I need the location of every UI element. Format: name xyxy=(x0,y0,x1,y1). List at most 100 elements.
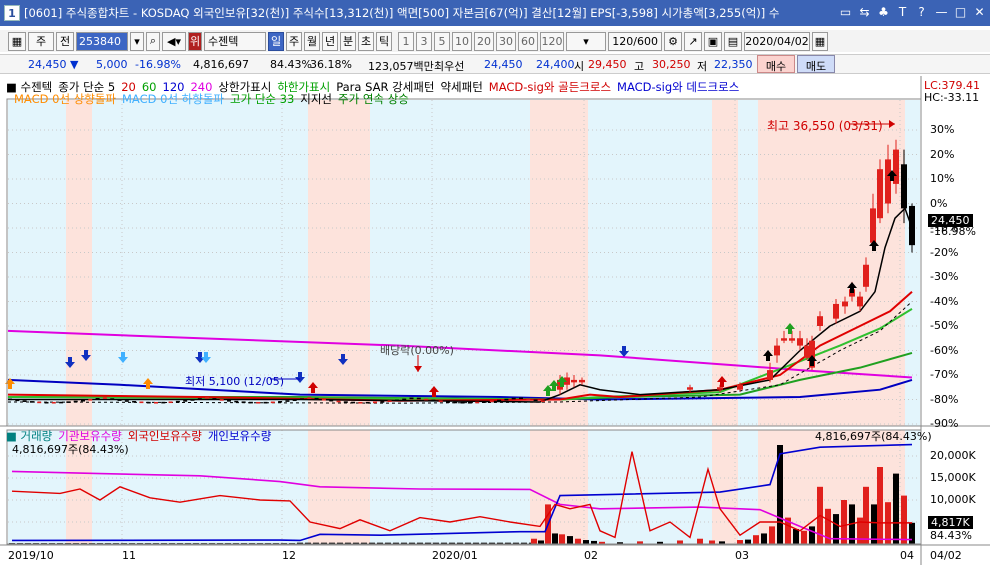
price-axis-tick: 10% xyxy=(930,172,955,185)
candle-body xyxy=(329,399,334,402)
candle-body xyxy=(22,400,27,402)
band xyxy=(308,100,370,426)
price-axis-tick: -30% xyxy=(930,270,959,283)
legend-item[interactable]: MACD 0선 상향돌파 xyxy=(14,92,116,106)
candle-body xyxy=(37,401,42,404)
candle-body xyxy=(66,401,71,403)
candle-body xyxy=(248,401,253,404)
candle-body xyxy=(482,401,487,403)
candle-body xyxy=(877,169,883,219)
candle-body xyxy=(497,399,502,402)
candle-body xyxy=(110,398,115,400)
legend-item[interactable]: 지지선 xyxy=(300,92,332,106)
candle-body xyxy=(817,316,823,326)
candle-body xyxy=(901,164,907,209)
volume-bar xyxy=(793,529,799,544)
volume-bar xyxy=(863,486,869,544)
volume-bar xyxy=(761,533,767,544)
candle-body xyxy=(73,400,78,403)
candle-body xyxy=(909,205,915,246)
volume-bar xyxy=(709,540,715,544)
candle-body xyxy=(402,398,407,401)
candle-body xyxy=(424,398,429,401)
candle-body xyxy=(285,400,290,402)
candle-body xyxy=(380,401,385,403)
candle-body xyxy=(307,397,312,399)
candle-body xyxy=(475,401,480,404)
price-axis-tick: 30% xyxy=(930,123,955,136)
legend-item[interactable]: 주가 연속 상승 xyxy=(338,92,409,106)
band xyxy=(8,100,66,426)
candle-body xyxy=(212,398,217,400)
price-axis-tick: -40% xyxy=(930,294,959,308)
candle-body xyxy=(59,401,64,404)
volume-bar xyxy=(753,535,759,544)
candle-body xyxy=(373,401,377,404)
volume-bar xyxy=(538,540,544,544)
candle-body xyxy=(205,397,210,399)
candle-body xyxy=(842,301,848,307)
date-axis-tick: 04/02 xyxy=(930,549,962,562)
price-axis-tick: -50% xyxy=(930,319,959,332)
band xyxy=(712,100,738,426)
volume-bar xyxy=(552,533,558,544)
candle-body xyxy=(44,401,49,404)
candle-body xyxy=(270,401,275,404)
candle-body xyxy=(774,345,780,356)
candle-body xyxy=(789,338,795,341)
volume-bar xyxy=(677,540,683,544)
candle-body xyxy=(533,399,538,402)
candle-body xyxy=(409,397,414,400)
date-axis-tick: 2020/01 xyxy=(432,549,478,562)
candle-body xyxy=(190,399,195,401)
legend-item[interactable]: MACD-sig와 골든크로스 xyxy=(489,80,611,94)
candle-body xyxy=(292,399,297,401)
volume-bar xyxy=(841,500,847,544)
candle-body xyxy=(29,401,34,403)
date-axis-tick: 04 xyxy=(900,549,914,562)
price-axis-tick: -60% xyxy=(930,343,959,357)
legend-item[interactable]: MACD-sig와 데드크로스 xyxy=(617,80,739,94)
candle-body xyxy=(526,398,531,401)
price-axis-tick: 0% xyxy=(930,196,948,210)
dividend-annotation: 배당락(0.00%) xyxy=(380,344,454,357)
candle-body xyxy=(81,399,85,402)
volume-bar xyxy=(909,522,915,544)
candle-body xyxy=(358,401,363,404)
candle-body xyxy=(717,387,723,390)
candle-body xyxy=(161,401,166,404)
holding-label-left: 4,816,697주(84.43%) xyxy=(12,443,129,456)
volume-bar xyxy=(871,504,877,544)
candle-body xyxy=(365,401,370,404)
candle-body xyxy=(102,397,107,399)
band xyxy=(530,100,588,426)
legend-item[interactable]: MACD 0선 하향돌파 xyxy=(122,92,224,106)
candle-body xyxy=(460,401,465,404)
volume-bar xyxy=(575,538,581,544)
candle-body xyxy=(227,400,231,402)
candle-body xyxy=(15,399,20,402)
candle-body xyxy=(438,400,443,403)
candle-body xyxy=(504,398,509,401)
legend-item[interactable]: 약세패턴 xyxy=(440,80,482,94)
volume-axis-tick: 10,000K xyxy=(930,493,976,506)
volume-axis-tick: 20,000K xyxy=(930,449,976,462)
volume-bar xyxy=(531,538,537,544)
legend-item[interactable]: 고가 단순 33 xyxy=(230,92,294,106)
volume-bar xyxy=(583,540,589,544)
current-volume-tag: 4,817K xyxy=(928,516,973,529)
candle-body xyxy=(88,398,93,401)
candle-body xyxy=(489,400,494,403)
hc-label: HC:-33.11 xyxy=(924,91,980,104)
date-axis-tick: 12 xyxy=(282,549,296,562)
volume-legend-item[interactable]: 개인보유수량 xyxy=(208,429,271,443)
candle-body xyxy=(336,400,341,403)
low-annotation: 최저 5,100 (12/05) xyxy=(185,375,285,388)
candle-body xyxy=(139,401,144,404)
band xyxy=(758,100,905,426)
volume-legend-item[interactable]: 외국인보유수량 xyxy=(128,429,202,443)
candle-body xyxy=(863,264,869,287)
candle-body xyxy=(234,400,239,403)
candle-body xyxy=(146,401,151,404)
volume-axis-tick: 15,000K xyxy=(930,471,976,484)
